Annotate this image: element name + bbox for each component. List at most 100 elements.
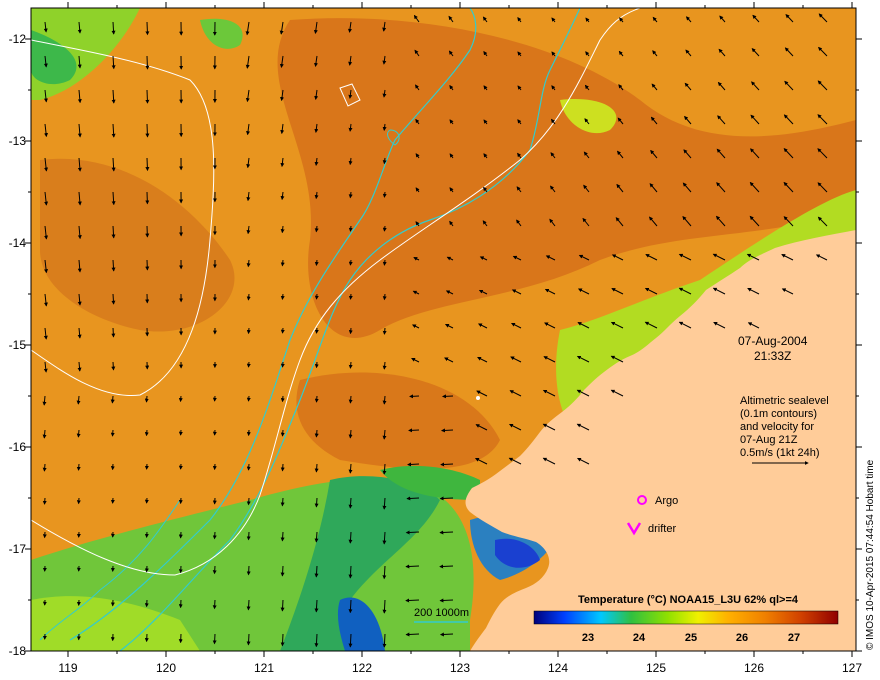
velocity-arrow	[280, 225, 285, 234]
velocity-arrow	[246, 633, 251, 646]
velocity-arrow	[111, 361, 116, 371]
velocity-arrow	[280, 531, 285, 542]
velocity-arrow	[439, 598, 454, 603]
velocity-arrow	[439, 530, 454, 535]
velocity-arrow	[314, 531, 319, 543]
velocity-arrow	[382, 293, 387, 301]
velocity-arrow	[280, 429, 285, 437]
bathymetry-legend-label: 200 1000m	[414, 607, 470, 619]
velocity-arrow	[145, 89, 150, 104]
y-tick-label: -16	[8, 440, 26, 454]
time-label: 21:33Z	[754, 349, 792, 363]
velocity-arrow	[76, 463, 81, 471]
velocity-arrow	[145, 55, 150, 70]
y-tick-label: -12	[8, 32, 26, 46]
velocity-arrow	[348, 191, 353, 199]
y-tick-label: -18	[8, 644, 26, 658]
velocity-arrow	[212, 565, 217, 575]
island	[476, 396, 480, 400]
velocity-arrow	[348, 599, 353, 614]
velocity-arrow	[314, 429, 319, 438]
velocity-arrow	[348, 633, 353, 648]
velocity-arrow	[178, 395, 183, 403]
velocity-arrow	[144, 395, 149, 403]
velocity-arrow	[42, 429, 47, 439]
velocity-arrow	[110, 395, 115, 404]
velocity-arrow	[382, 361, 387, 370]
velocity-arrow	[145, 157, 150, 172]
colorbar	[533, 610, 839, 625]
velocity-arrow	[440, 462, 454, 467]
velocity-arrow	[409, 394, 420, 399]
credit-text: © IMOS 10-Apr-2015 07:44:54 Hobart time	[865, 459, 876, 650]
velocity-arrow	[348, 429, 353, 439]
velocity-arrow	[314, 599, 319, 613]
velocity-arrow	[212, 531, 217, 540]
velocity-arrow	[348, 565, 353, 579]
velocity-arrow	[280, 259, 285, 267]
velocity-arrow	[442, 394, 454, 399]
velocity-arrow	[280, 327, 285, 334]
y-tick-label: -15	[8, 338, 26, 352]
velocity-arrow	[441, 428, 454, 433]
velocity-arrow	[42, 463, 47, 472]
velocity-arrow	[111, 259, 116, 272]
velocity-arrow	[348, 225, 353, 232]
velocity-arrow	[111, 327, 116, 338]
velocity-arrow	[314, 463, 319, 473]
velocity-arrow	[280, 463, 285, 472]
velocity-arrow	[76, 395, 81, 405]
velocity-arrow	[439, 496, 454, 501]
note-line: 07-Aug 21Z	[740, 434, 798, 446]
velocity-arrow	[314, 259, 319, 266]
velocity-arrow	[212, 633, 217, 645]
colorbar-tick-label: 26	[735, 632, 749, 644]
y-tick-label: -14	[8, 236, 26, 250]
velocity-arrow	[246, 497, 251, 506]
x-tick-label: 124	[547, 661, 569, 675]
velocity-arrow	[382, 633, 387, 648]
velocity-arrow	[314, 225, 319, 233]
x-tick-label: 119	[58, 661, 78, 675]
x-tick-label: 127	[841, 661, 863, 675]
velocity-arrow	[348, 293, 353, 300]
velocity-arrow	[314, 327, 319, 334]
x-tick-label: 120	[155, 661, 177, 675]
y-tick-label: -17	[8, 542, 26, 556]
note-line: (0.1m contours)	[740, 408, 818, 420]
note-line: Altimetric sealevel	[740, 395, 829, 407]
velocity-arrow	[405, 632, 420, 637]
velocity-arrow	[145, 21, 150, 36]
velocity-arrow	[280, 565, 285, 577]
drifter-legend-label: drifter	[648, 523, 677, 535]
velocity-arrow	[42, 497, 47, 505]
velocity-arrow	[280, 497, 285, 507]
velocity-arrow	[405, 564, 420, 569]
velocity-arrow	[407, 462, 420, 467]
note-line: 0.5m/s (1kt 24h)	[740, 447, 820, 459]
velocity-arrow	[314, 361, 319, 369]
date-label: 07-Aug-2004	[738, 334, 808, 348]
velocity-arrow	[314, 395, 319, 403]
note-line: and velocity for	[740, 421, 814, 433]
velocity-arrow	[314, 565, 319, 578]
velocity-arrow	[246, 327, 251, 335]
velocity-arrow	[246, 361, 251, 368]
velocity-arrow	[408, 428, 420, 433]
x-tick-label: 122	[351, 661, 373, 675]
argo-legend-label: Argo	[655, 495, 679, 507]
velocity-arrow	[280, 293, 285, 300]
x-tick-label: 121	[253, 661, 275, 675]
colorbar-tick-label: 27	[787, 632, 801, 644]
velocity-arrow	[406, 496, 420, 501]
velocity-arrow	[348, 259, 353, 266]
velocity-arrow	[246, 395, 251, 402]
x-tick-label: 126	[743, 661, 765, 675]
colorbar-tick-label: 25	[684, 632, 698, 644]
velocity-arrow	[405, 598, 420, 603]
velocity-arrow	[280, 633, 285, 647]
velocity-arrow	[439, 632, 454, 637]
velocity-arrow	[348, 395, 353, 404]
velocity-arrow	[382, 395, 387, 405]
velocity-arrow	[110, 429, 115, 437]
